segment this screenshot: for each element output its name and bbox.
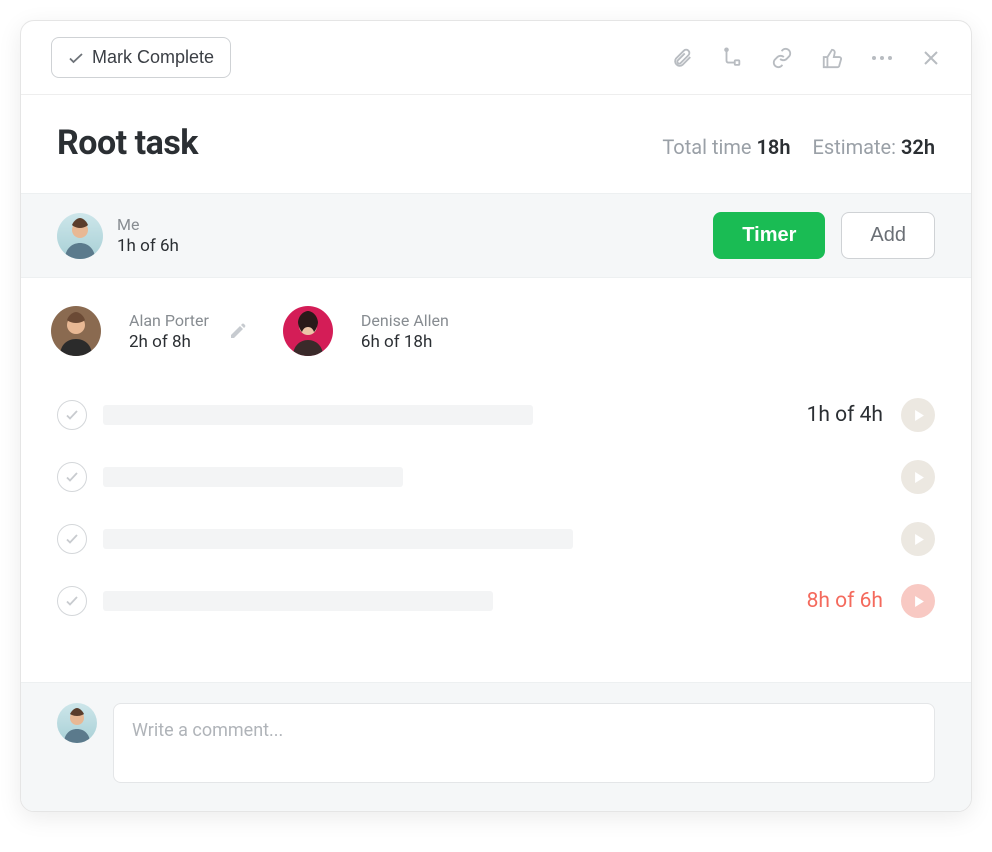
current-user-text: Me 1h of 6h <box>117 215 179 256</box>
subtask-row: 8h of 6h <box>57 570 935 632</box>
avatar <box>283 306 333 356</box>
assignee-time: 6h of 18h <box>361 332 449 352</box>
title-stats: Total time 18h Estimate: 32h <box>662 135 935 159</box>
avatar <box>57 213 103 259</box>
mark-complete-button[interactable]: Mark Complete <box>51 37 231 78</box>
estimate: Estimate: 32h <box>813 135 936 159</box>
play-button[interactable] <box>901 398 935 432</box>
assignee-text: Alan Porter 2h of 8h <box>129 311 209 352</box>
estimate-label: Estimate: <box>813 135 897 159</box>
more-icon[interactable] <box>871 47 893 69</box>
timer-button[interactable]: Timer <box>713 212 825 259</box>
assignee: Denise Allen 6h of 18h <box>283 306 449 356</box>
subtask-title-placeholder <box>103 529 573 549</box>
subtask-title-placeholder <box>103 467 403 487</box>
like-icon[interactable] <box>821 47 843 69</box>
current-user-actions: Timer Add <box>713 212 935 259</box>
complete-checkbox[interactable] <box>57 400 87 430</box>
attachment-icon[interactable] <box>671 47 693 69</box>
assignee-name: Alan Porter <box>129 311 209 330</box>
assignee-text: Denise Allen 6h of 18h <box>361 311 449 352</box>
play-button[interactable] <box>901 584 935 618</box>
task-detail-panel: Mark Complete Root task <box>20 20 972 812</box>
close-icon[interactable] <box>921 48 941 68</box>
current-user-row: Me 1h of 6h Timer Add <box>21 193 971 278</box>
total-time-value: 18h <box>756 135 790 159</box>
check-icon <box>68 50 84 66</box>
complete-checkbox[interactable] <box>57 524 87 554</box>
subtask-time: 8h of 6h <box>807 589 901 613</box>
current-user-time: 1h of 6h <box>117 236 179 256</box>
comment-input[interactable] <box>113 703 935 783</box>
subtask-row <box>57 446 935 508</box>
assignee: Alan Porter 2h of 8h <box>51 306 247 356</box>
subtasks-list: 1h of 4h 8h of 6h <box>21 384 971 652</box>
toolbar: Mark Complete <box>21 21 971 95</box>
assignees-row: Alan Porter 2h of 8h Denise Allen 6h of … <box>21 278 971 384</box>
estimate-value: 32h <box>901 135 935 159</box>
complete-checkbox[interactable] <box>57 462 87 492</box>
complete-checkbox[interactable] <box>57 586 87 616</box>
page-title: Root task <box>57 123 198 163</box>
subtask-time: 1h of 4h <box>807 403 901 427</box>
add-button[interactable]: Add <box>841 212 935 259</box>
avatar <box>57 703 97 743</box>
subtask-row: 1h of 4h <box>57 384 935 446</box>
title-row: Root task Total time 18h Estimate: 32h <box>21 95 971 193</box>
comment-area <box>21 682 971 811</box>
toolbar-icons <box>671 47 941 69</box>
avatar <box>51 306 101 356</box>
subtask-row <box>57 508 935 570</box>
current-user-name: Me <box>117 215 179 234</box>
edit-icon[interactable] <box>229 322 247 340</box>
play-button[interactable] <box>901 460 935 494</box>
subtask-title-placeholder <box>103 591 493 611</box>
mark-complete-label: Mark Complete <box>92 47 214 68</box>
total-time: Total time 18h <box>662 135 790 159</box>
subtasks-icon[interactable] <box>721 47 743 69</box>
play-button[interactable] <box>901 522 935 556</box>
assignee-name: Denise Allen <box>361 311 449 330</box>
total-time-label: Total time <box>662 135 751 159</box>
subtask-title-placeholder <box>103 405 533 425</box>
link-icon[interactable] <box>771 47 793 69</box>
assignee-time: 2h of 8h <box>129 332 209 352</box>
